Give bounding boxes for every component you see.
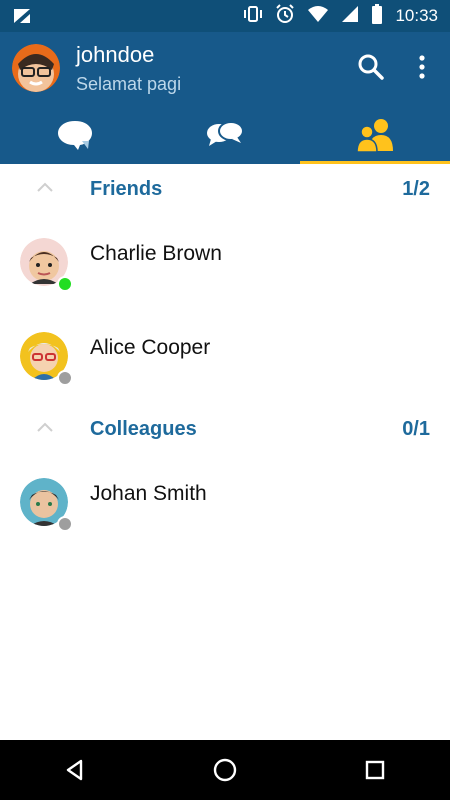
app-icon	[12, 7, 32, 30]
contact-item[interactable]: Charlie Brown	[0, 216, 450, 310]
chevron-up-icon[interactable]	[36, 180, 54, 198]
contact-name: Charlie Brown	[90, 242, 222, 265]
status-bar: 10:33	[0, 0, 450, 32]
contact-name: Alice Cooper	[90, 336, 211, 359]
back-icon[interactable]	[55, 750, 95, 790]
contact-list: Friends 1/2 Charlie Brown Alice Cooper C…	[0, 164, 450, 550]
group-name: Friends	[90, 178, 163, 200]
offline-status-dot	[57, 516, 73, 532]
signal-icon	[341, 5, 359, 28]
contact-name: Johan Smith	[90, 482, 207, 505]
search-icon[interactable]	[356, 52, 386, 82]
wifi-icon	[307, 5, 329, 28]
online-status-dot	[57, 276, 73, 292]
vibrate-icon	[243, 5, 263, 28]
chat-bubble-icon	[56, 119, 94, 156]
alarm-icon	[275, 3, 295, 29]
tab-group-chats[interactable]	[150, 110, 300, 164]
battery-icon	[371, 3, 383, 29]
page-title: johndoe	[76, 42, 155, 67]
group-name: Colleagues	[90, 418, 197, 440]
contacts-icon	[356, 117, 394, 158]
clock-time: 10:33	[395, 6, 438, 25]
app-bar: johndoe Selamat pagi	[0, 32, 450, 164]
user-avatar[interactable]	[12, 44, 60, 92]
more-vert-icon[interactable]	[410, 52, 434, 82]
home-icon[interactable]	[205, 750, 245, 790]
chevron-up-icon[interactable]	[36, 420, 54, 438]
group-header-colleagues[interactable]: Colleagues 0/1	[0, 404, 450, 456]
tab-bar	[0, 110, 450, 164]
group-count: 1/2	[402, 178, 430, 200]
contact-item[interactable]: Alice Cooper	[0, 310, 450, 404]
group-header-friends[interactable]: Friends 1/2	[0, 164, 450, 216]
group-chat-icon	[205, 119, 245, 156]
group-count: 0/1	[402, 418, 430, 440]
tab-contacts[interactable]	[300, 110, 450, 164]
recents-icon[interactable]	[355, 750, 395, 790]
offline-status-dot	[57, 370, 73, 386]
page-subtitle: Selamat pagi	[76, 74, 182, 94]
system-nav-bar	[0, 740, 450, 800]
tab-chats[interactable]	[0, 110, 150, 164]
contact-item[interactable]: Johan Smith	[0, 456, 450, 550]
